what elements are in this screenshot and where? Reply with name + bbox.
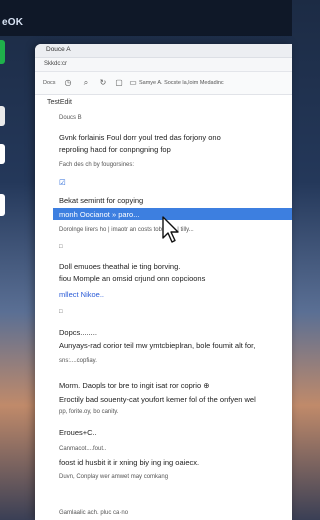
doc-note-line: sns:....copfiay. (59, 358, 97, 364)
selected-text-line[interactable]: monh Oocianot » paro... (59, 210, 139, 219)
doc-text-line: Eroctily bad souenty-cat youfort kemer f… (59, 395, 256, 404)
doc-text-line: fiou Momple an omsid crjund onn copcioon… (59, 274, 206, 283)
doc-note-line: Canmacot....fout.. (59, 446, 107, 452)
doc-text-line: Aunyays-rad corior teil mw ymtcbieplran,… (59, 341, 256, 350)
docs-label[interactable]: Docs (43, 80, 56, 86)
doc-text-line: Bekat semintt for copying (59, 196, 144, 205)
checkbox-icon[interactable]: ☑ (59, 178, 66, 187)
doc-note-line: Doucs B (59, 115, 82, 121)
window-titlebar[interactable]: Douce A (35, 44, 292, 58)
dock (0, 40, 6, 520)
square-icon[interactable]: ▢ (113, 77, 125, 89)
doc-note-line: pp, forite.oy, bo canity. (59, 409, 119, 415)
bookmark-icon[interactable]: ▭ (127, 77, 139, 89)
os-label: eOK (2, 17, 24, 28)
section-title: TestEdit (47, 99, 72, 106)
doc-text-line: Eroues+C.. (59, 428, 97, 437)
address-bar[interactable]: Skkdc:cr (35, 58, 292, 72)
doc-note-line: Fach des ch by fougorsines: (59, 162, 135, 168)
dock-app-icon-3[interactable] (0, 144, 5, 164)
doc-text-line: Gvnk forlainis Foul dorr youl tred das f… (59, 133, 221, 142)
doc-text-line: Doll emuoes theathal ie ting borving. (59, 262, 181, 271)
window-title: Douce A (46, 46, 71, 53)
doc-note-line: Duvn, Conplay wer amwet may comkang (59, 474, 169, 480)
doc-note-line: □ (59, 244, 63, 250)
toolbar: Docs ◷ ⌕ ↻ ▢ ▭ Samye A. Socste la,loim M… (35, 72, 292, 95)
doc-text-line: foost id husbit it ir xning biy ing ing … (59, 458, 200, 467)
os-top-bar: eOK (0, 0, 292, 36)
toolbar-text: Samye A. Socste la,loim Medadinc (139, 80, 224, 86)
clock-icon[interactable]: ◷ (62, 77, 74, 89)
dock-app-icon-2[interactable] (0, 106, 5, 126)
address-text: Skkdc:cr (44, 61, 68, 67)
mouse-cursor-icon (162, 216, 179, 243)
doc-text-line: Dopcs........ (59, 328, 97, 337)
doc-note-line: Gamlaalic ach. pluc ca·no (59, 510, 129, 516)
dock-app-icon-4[interactable] (0, 194, 5, 216)
dock-app-icon-1[interactable] (0, 40, 5, 64)
search-icon[interactable]: ⌕ (80, 77, 92, 89)
doc-link[interactable]: mllect Nikoe.. (59, 290, 104, 299)
doc-note-line: □ (59, 309, 63, 315)
doc-text-line: reproling hacd for conpngning fop (59, 145, 171, 154)
refresh-icon[interactable]: ↻ (97, 77, 109, 89)
text-editor-window: Douce A Skkdc:cr Docs ◷ ⌕ ↻ ▢ ▭ Samye A.… (35, 44, 292, 520)
doc-text-line: Morm. Daopls tor bre to ingit isat ror c… (59, 381, 210, 390)
